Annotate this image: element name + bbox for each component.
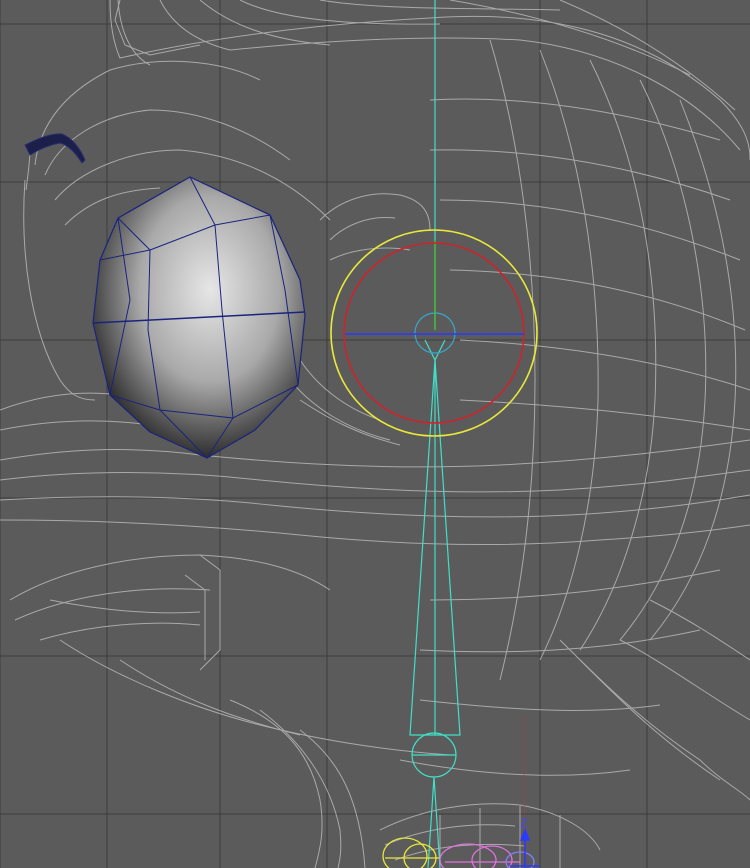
head-wireframe-mesh[interactable] xyxy=(0,0,750,868)
gizmo-z-axis-label: Z xyxy=(520,817,528,830)
eyeball-mesh-selected[interactable] xyxy=(92,176,306,459)
body-controllers[interactable] xyxy=(382,837,535,868)
viewport-grid xyxy=(0,0,750,868)
3d-viewport[interactable]: Z xyxy=(0,0,750,868)
viewport-canvas[interactable] xyxy=(0,0,750,868)
eyebrow-mesh[interactable] xyxy=(24,133,86,164)
circle-controller-icon[interactable] xyxy=(330,229,538,437)
